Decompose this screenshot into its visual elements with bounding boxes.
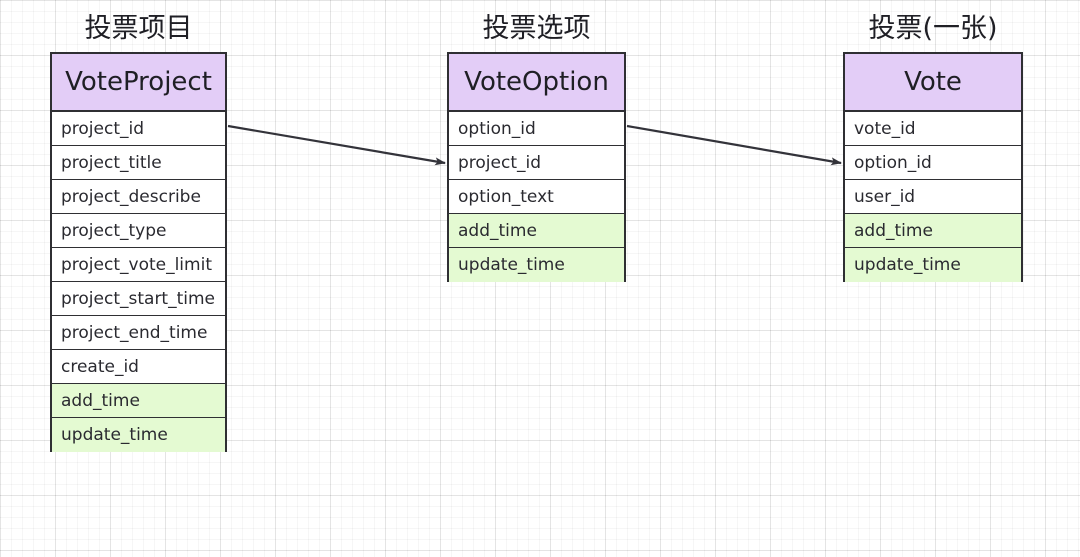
field-row: project_title <box>52 146 225 180</box>
entity-table-voteproject: VoteProject project_id project_title pro… <box>50 52 227 452</box>
entity-header-vote: Vote <box>845 54 1021 112</box>
entity-header-voteproject: VoteProject <box>52 54 225 112</box>
entity-caption-voteoption: 投票选项 <box>482 13 591 44</box>
diagram-canvas: 投票项目 VoteProject project_id project_titl… <box>0 0 1080 557</box>
entity-table-vote: Vote vote_id option_id user_id add_time … <box>843 52 1023 282</box>
entity-table-voteoption: VoteOption option_id project_id option_t… <box>447 52 626 282</box>
entity-caption-voteproject: 投票项目 <box>84 13 193 44</box>
field-row: create_id <box>52 350 225 384</box>
field-row: option_text <box>449 180 624 214</box>
field-row: project_id <box>449 146 624 180</box>
entity-caption-vote: 投票(一张) <box>868 13 998 44</box>
field-row: add_time <box>52 384 225 418</box>
field-row: vote_id <box>845 112 1021 146</box>
relation-voteoption-vote <box>626 124 842 166</box>
field-row: project_end_time <box>52 316 225 350</box>
field-row: option_id <box>449 112 624 146</box>
field-row: project_id <box>52 112 225 146</box>
field-row: add_time <box>845 214 1021 248</box>
field-row: project_describe <box>52 180 225 214</box>
field-row: project_vote_limit <box>52 248 225 282</box>
field-row: user_id <box>845 180 1021 214</box>
field-row: option_id <box>845 146 1021 180</box>
field-row: project_type <box>52 214 225 248</box>
field-row: add_time <box>449 214 624 248</box>
field-row: update_time <box>52 418 225 452</box>
relation-voteproject-voteoption <box>227 124 446 166</box>
field-row: update_time <box>845 248 1021 282</box>
entity-header-voteoption: VoteOption <box>449 54 624 112</box>
field-row: project_start_time <box>52 282 225 316</box>
field-row: update_time <box>449 248 624 282</box>
